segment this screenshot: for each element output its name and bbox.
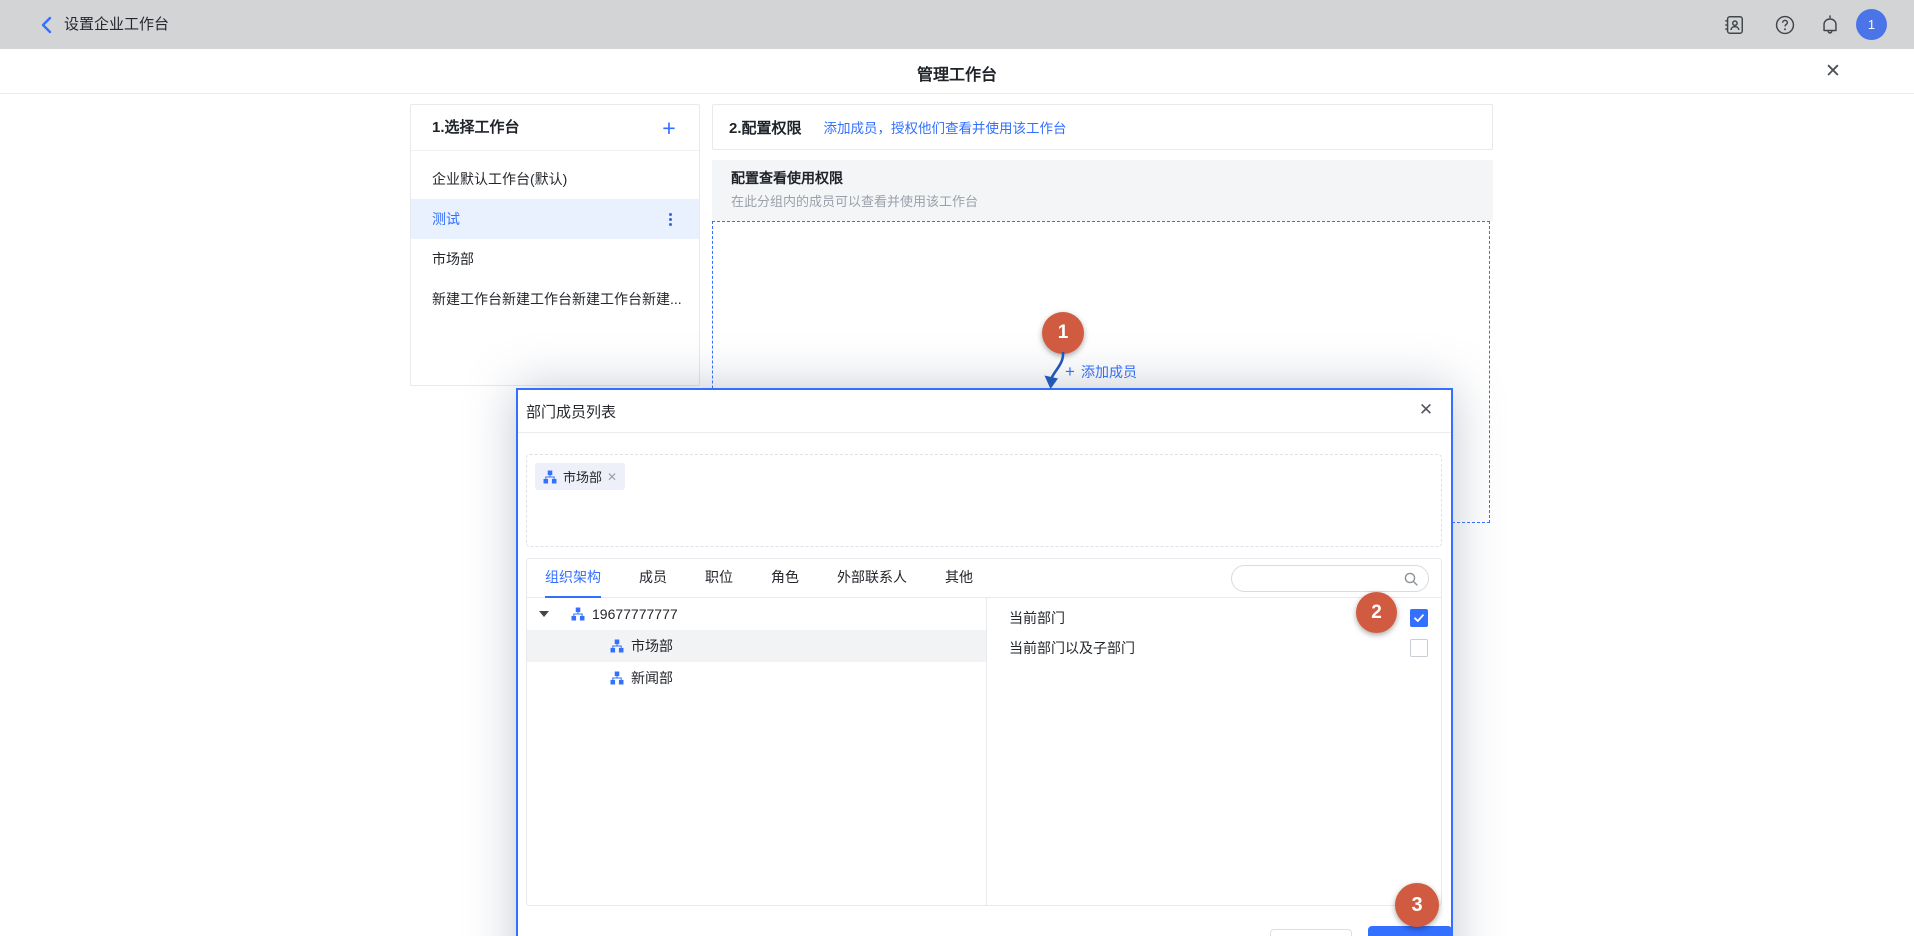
scope-option-label: 当前部门 (1009, 608, 1065, 628)
dialog-title: 部门成员列表 (526, 401, 616, 422)
permission-section: 配置查看使用权限 在此分组内的成员可以查看并使用该工作台 (712, 160, 1493, 221)
workspace-item-label: 新建工作台新建工作台新建工作台新建... (432, 279, 682, 319)
permission-step-title: 2.配置权限 (729, 117, 802, 138)
selected-chips-area: 市场部 ✕ (526, 454, 1442, 547)
checkbox-current-dept[interactable] (1410, 609, 1428, 627)
picker-panel: 组织架构 成员 职位 角色 外部联系人 其他 (526, 558, 1442, 906)
workspace-panel-header: 1.选择工作台 + (411, 105, 699, 151)
tab-org-structure[interactable]: 组织架构 (545, 559, 601, 598)
org-icon (571, 607, 585, 621)
search-input[interactable] (1244, 567, 1399, 590)
department-member-dialog: 部门成员列表 ✕ 市场部 ✕ 组织架构 成员 (516, 388, 1453, 936)
permission-section-title: 配置查看使用权限 (731, 168, 843, 188)
back-button[interactable] (34, 13, 58, 37)
help-button[interactable] (1772, 12, 1797, 37)
workspace-item-label: 企业默认工作台(默认) (432, 159, 567, 199)
annotation-step-1: 1 (1042, 312, 1084, 354)
expand-caret-icon[interactable] (539, 611, 549, 617)
kebab-dot (669, 218, 672, 221)
tab-members[interactable]: 成员 (639, 559, 667, 598)
contacts-button[interactable] (1721, 12, 1746, 37)
page-close-button[interactable]: ✕ (1819, 57, 1847, 85)
scope-options: 当前部门 当前部门以及子部门 (988, 598, 1441, 905)
check-icon (1413, 612, 1425, 624)
selected-chip: 市场部 ✕ (535, 463, 625, 490)
dialog-close-button[interactable]: ✕ (1413, 397, 1439, 423)
permission-step-hint: 添加成员，授权他们查看并使用该工作台 (824, 117, 1067, 137)
app-window: 设置企业工作台 (0, 0, 1914, 936)
tree-row-label: 19677777777 (592, 606, 678, 622)
notifications-button[interactable] (1817, 12, 1842, 37)
annotation-step-2: 2 (1356, 592, 1397, 633)
plus-icon: + (662, 115, 675, 142)
app-topbar: 设置企业工作台 (0, 0, 1914, 49)
page-title: 管理工作台 (917, 61, 997, 85)
workspace-item-test[interactable]: 测试 (411, 199, 699, 239)
tree-row-news-dept[interactable]: 新闻部 (527, 662, 986, 694)
search-icon (1403, 571, 1419, 587)
close-icon: ✕ (1825, 60, 1841, 83)
chip-label: 市场部 (563, 467, 602, 486)
workspace-item-default[interactable]: 企业默认工作台(默认) (411, 159, 699, 199)
topbar-title: 设置企业工作台 (64, 0, 169, 49)
confirm-button[interactable] (1368, 926, 1452, 936)
tab-roles[interactable]: 角色 (771, 559, 799, 598)
workspace-item-label: 测试 (432, 199, 460, 239)
permission-header: 2.配置权限 添加成员，授权他们查看并使用该工作台 (712, 104, 1493, 150)
workspace-list: 企业默认工作台(默认) 测试 市场部 新建工作台新建工作台新建工作台新建... (411, 151, 699, 319)
workspace-panel-title: 1.选择工作台 (432, 105, 520, 151)
tab-other[interactable]: 其他 (945, 559, 973, 598)
scope-option-label: 当前部门以及子部门 (1009, 638, 1135, 658)
workspace-item-long-name[interactable]: 新建工作台新建工作台新建工作台新建... (411, 279, 699, 319)
org-icon (543, 470, 557, 484)
header-divider (0, 93, 1914, 94)
item-more-button[interactable] (665, 210, 675, 228)
tab-external-contacts[interactable]: 外部联系人 (837, 559, 907, 598)
avatar[interactable]: 1 (1856, 9, 1887, 40)
annotation-arrow-icon (1040, 350, 1080, 392)
org-icon (610, 671, 624, 685)
contacts-icon (1723, 14, 1745, 36)
tab-positions[interactable]: 职位 (705, 559, 733, 598)
help-icon (1774, 14, 1796, 36)
add-workspace-button[interactable]: + (655, 114, 683, 142)
workspace-item-market[interactable]: 市场部 (411, 239, 699, 279)
annotation-step-3: 3 (1395, 883, 1439, 927)
kebab-dot (669, 223, 672, 226)
chip-remove-icon[interactable]: ✕ (607, 470, 617, 484)
dialog-divider (518, 432, 1451, 433)
workspace-item-label: 市场部 (432, 239, 474, 279)
org-icon (610, 639, 624, 653)
cancel-button[interactable] (1270, 929, 1352, 936)
kebab-dot (669, 213, 672, 216)
tree-row-company[interactable]: 19677777777 (527, 598, 986, 630)
add-member-label: 添加成员 (1081, 362, 1137, 382)
checkbox-with-sub-depts[interactable] (1410, 639, 1428, 657)
bell-icon (1819, 14, 1841, 36)
org-tree: 19677777777 市场部 (527, 598, 987, 905)
tree-row-market-dept[interactable]: 市场部 (527, 630, 986, 662)
scope-option-with-sub: 当前部门以及子部门 (988, 633, 1441, 663)
tree-row-label: 市场部 (631, 636, 673, 656)
permission-section-hint: 在此分组内的成员可以查看并使用该工作台 (731, 191, 978, 210)
close-icon: ✕ (1419, 400, 1433, 420)
workspace-panel: 1.选择工作台 + 企业默认工作台(默认) 测试 市场部 新建工作台新建工作台新… (410, 104, 700, 386)
back-chevron-icon (41, 16, 52, 34)
search-box (1231, 565, 1429, 592)
picker-tabs: 组织架构 成员 职位 角色 外部联系人 其他 (527, 559, 1441, 598)
tree-row-label: 新闻部 (631, 668, 673, 688)
